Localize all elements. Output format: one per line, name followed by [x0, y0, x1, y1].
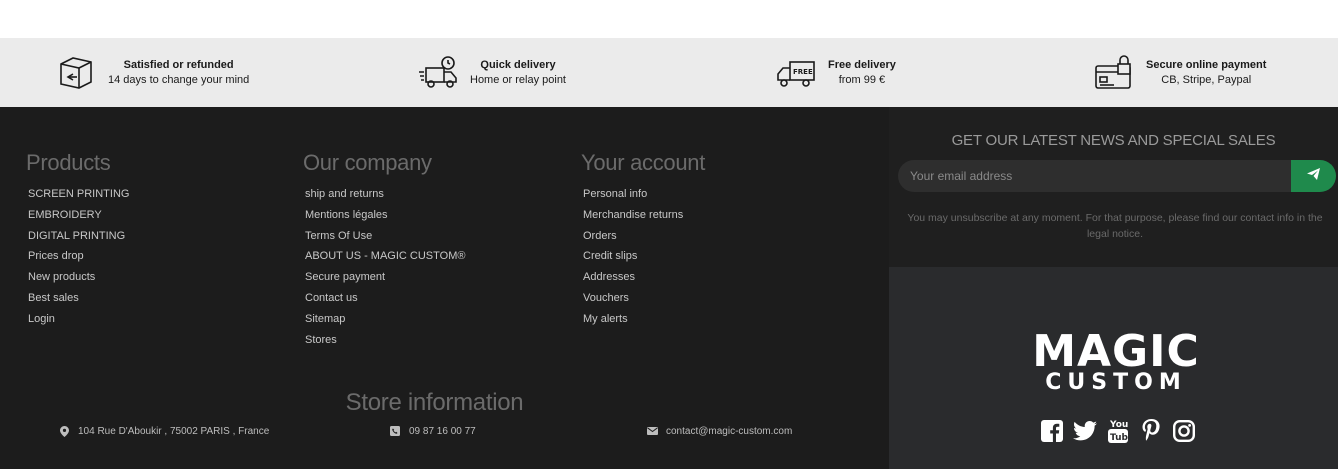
- newsletter-title: GET OUR LATEST NEWS AND SPECIAL SALES: [951, 132, 1276, 149]
- footer-link[interactable]: SCREEN PRINTING: [26, 184, 129, 205]
- newsletter-email-input[interactable]: [898, 160, 1292, 192]
- footer-link[interactable]: Mentions légales: [303, 205, 466, 226]
- box-return-icon: [56, 53, 96, 93]
- reassurance-title: Secure online payment: [1146, 58, 1267, 71]
- footer-column-account: Your account Personal info Merchandise r…: [581, 150, 705, 330]
- svg-text:You: You: [1109, 420, 1128, 430]
- envelope-icon: [646, 425, 658, 437]
- footer-link[interactable]: Terms Of Use: [303, 226, 466, 247]
- footer-link[interactable]: New products: [26, 267, 129, 288]
- footer-link[interactable]: Vouchers: [581, 288, 705, 309]
- footer-link[interactable]: My alerts: [581, 309, 705, 330]
- twitter-icon[interactable]: [1073, 418, 1097, 444]
- logo-line-2: CUSTOM: [1045, 370, 1187, 395]
- footer-link[interactable]: ABOUT US - MAGIC CUSTOM®: [303, 246, 466, 267]
- reassurance-title: Free delivery: [828, 58, 896, 71]
- footer-link[interactable]: Sitemap: [303, 309, 466, 330]
- footer-link[interactable]: Addresses: [581, 267, 705, 288]
- store-email-text[interactable]: contact@magic-custom.com: [666, 426, 792, 437]
- footer-link[interactable]: Login: [26, 309, 129, 330]
- store-info-title: Store information: [345, 389, 524, 416]
- reassurance-band: Satisfied or refunded 14 days to change …: [0, 38, 1338, 107]
- footer-link[interactable]: Secure payment: [303, 267, 466, 288]
- footer-column-company: Our company ship and returns Mentions lé…: [303, 150, 466, 350]
- store-phone: 09 87 16 00 77: [389, 425, 476, 437]
- credit-card-lock-icon: [1094, 53, 1134, 93]
- footer-link[interactable]: Prices drop: [26, 246, 129, 267]
- delivery-truck-clock-icon: [418, 53, 458, 93]
- store-email: contact@magic-custom.com: [646, 425, 792, 437]
- footer-link[interactable]: Contact us: [303, 288, 466, 309]
- facebook-icon[interactable]: [1040, 418, 1064, 444]
- social-links: You Tube: [1040, 418, 1196, 444]
- send-icon: [1307, 167, 1320, 185]
- footer-link[interactable]: Credit slips: [581, 246, 705, 267]
- free-truck-icon: FREE: [776, 53, 816, 93]
- reassurance-title: Quick delivery: [480, 58, 556, 71]
- reassurance-title: Satisfied or refunded: [123, 58, 234, 71]
- newsletter-submit-button[interactable]: [1291, 160, 1336, 192]
- footer-link[interactable]: EMBROIDERY: [26, 205, 129, 226]
- instagram-icon[interactable]: [1172, 418, 1196, 444]
- store-phone-text[interactable]: 09 87 16 00 77: [409, 426, 476, 437]
- phone-icon: [389, 425, 401, 437]
- footer-link[interactable]: DIGITAL PRINTING: [26, 226, 129, 247]
- footer-column-products: Products SCREEN PRINTING EMBROIDERY DIGI…: [26, 150, 129, 330]
- column-title: Our company: [303, 150, 432, 175]
- magic-custom-logo[interactable]: MAGIC CUSTOM: [1020, 330, 1212, 394]
- store-address-text: 104 Rue D'Aboukir , 75002 PARIS , France: [78, 425, 270, 437]
- youtube-icon[interactable]: You Tube: [1106, 418, 1130, 444]
- reassurance-sub: from 99 €: [838, 73, 886, 86]
- column-title: Your account: [581, 150, 706, 175]
- column-title: Products: [26, 150, 111, 175]
- reassurance-sub: CB, Stripe, Paypal: [1161, 73, 1252, 86]
- reassurance-sub: Home or relay point: [470, 73, 566, 86]
- footer-link[interactable]: Orders: [581, 226, 705, 247]
- logo-line-1: MAGIC: [1032, 326, 1200, 377]
- map-marker-icon: [58, 425, 70, 437]
- svg-text:FREE: FREE: [793, 68, 813, 76]
- footer-link[interactable]: Merchandise returns: [581, 205, 705, 226]
- reassurance-item-secure-payment: Secure online payment CB, Stripe, Paypal: [1094, 38, 1266, 107]
- top-spacer: [0, 0, 1338, 38]
- reassurance-item-free-delivery: FREE Free delivery from 99 €: [776, 38, 896, 107]
- footer-link[interactable]: Stores: [303, 330, 466, 351]
- footer-link[interactable]: Personal info: [581, 184, 705, 205]
- reassurance-item-quick-delivery: Quick delivery Home or relay point: [418, 38, 566, 107]
- pinterest-icon[interactable]: [1139, 418, 1163, 444]
- reassurance-sub: 14 days to change your mind: [108, 73, 250, 86]
- reassurance-item-refund: Satisfied or refunded 14 days to change …: [56, 38, 249, 107]
- svg-text:Tube: Tube: [1110, 433, 1129, 443]
- store-address: 104 Rue D'Aboukir , 75002 PARIS , France: [58, 425, 269, 437]
- footer-link[interactable]: Best sales: [26, 288, 129, 309]
- newsletter-note: You may unsubscribe at any moment. For t…: [907, 212, 1323, 240]
- footer-link[interactable]: ship and returns: [303, 184, 466, 205]
